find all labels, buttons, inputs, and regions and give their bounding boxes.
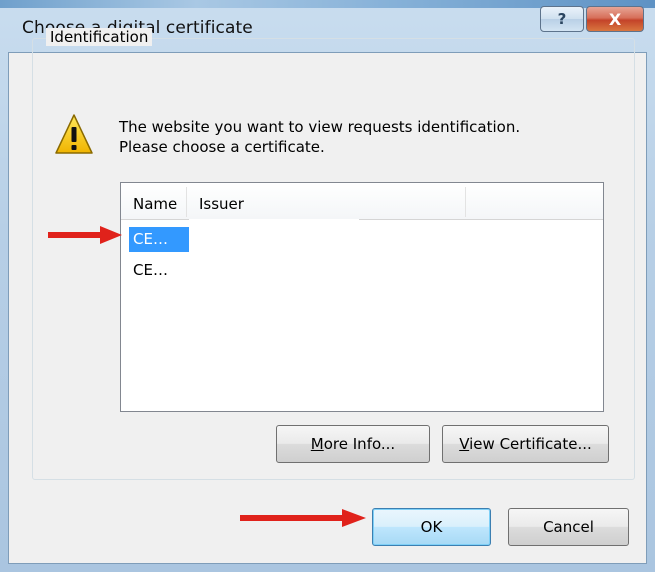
prompt-line-2: Please choose a certificate. [119, 138, 325, 156]
redacted-issuer [189, 219, 359, 247]
more-info-label: ore Info... [323, 435, 396, 453]
close-button[interactable]: X [586, 6, 644, 32]
certificate-list[interactable]: Name Issuer CE… CE… [120, 182, 604, 412]
column-header-issuer[interactable]: Issuer [199, 195, 244, 213]
view-certificate-label: iew Certificate... [469, 435, 592, 453]
red-arrow-annotation [240, 509, 366, 527]
more-info-mnemonic: M [310, 435, 324, 453]
help-button[interactable]: ? [540, 6, 584, 32]
dialog-frame: Choose a digital certificate ? X Identif… [0, 0, 655, 572]
column-header-name[interactable]: Name [133, 195, 177, 213]
close-icon: X [608, 9, 622, 29]
view-certificate-mnemonic: V [459, 435, 470, 453]
prompt-line-1: The website you want to view requests id… [119, 118, 521, 136]
certificate-row-2[interactable]: CE… [129, 258, 189, 283]
more-info-button[interactable]: More Info... [276, 425, 430, 463]
prompt-message: The website you want to view requests id… [119, 117, 520, 157]
ok-button[interactable]: OK [372, 508, 491, 546]
list-header: Name Issuer [121, 183, 603, 220]
groupbox-label: Identification [46, 28, 153, 46]
cancel-label: Cancel [543, 518, 594, 536]
red-arrow-annotation [48, 226, 122, 244]
warning-icon [55, 114, 93, 154]
column-divider[interactable] [465, 187, 466, 217]
view-certificate-button[interactable]: View Certificate... [442, 425, 609, 463]
certificate-row-1[interactable]: CE… [129, 227, 189, 252]
ok-label: OK [420, 518, 443, 536]
cancel-button[interactable]: Cancel [508, 508, 629, 546]
column-divider[interactable] [186, 187, 187, 217]
help-icon: ? [557, 10, 567, 28]
